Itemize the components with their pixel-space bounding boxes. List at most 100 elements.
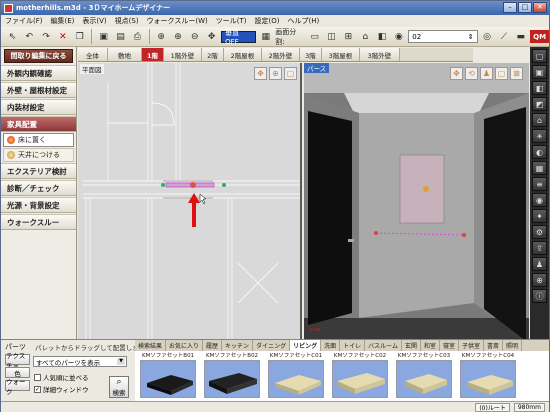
place-on-floor-button[interactable]: 床に置く: [3, 133, 74, 147]
cat-tab-dining[interactable]: ダイニング: [253, 340, 291, 351]
texture-button[interactable]: テクスチャ: [5, 352, 30, 370]
nav-lighting[interactable]: 光源・背景設定: [1, 197, 76, 213]
tab-all[interactable]: 全体: [78, 48, 108, 61]
tab-1f[interactable]: 1階: [142, 48, 164, 61]
person-icon[interactable]: ♟: [480, 67, 493, 80]
view-top-icon[interactable]: ▢: [532, 49, 547, 63]
tab-2f-exterior[interactable]: 2階外壁: [262, 48, 300, 61]
view-iso-icon[interactable]: ◩: [532, 97, 547, 111]
view-roof-icon[interactable]: ⌂: [532, 113, 547, 127]
view-select[interactable]: 02 ⇕: [408, 30, 478, 43]
catalog-item[interactable]: KMソファセットC02: [330, 352, 390, 401]
menu-settings[interactable]: 設定(O): [255, 16, 280, 26]
nav-exterior-study[interactable]: エクステリア検討: [1, 163, 76, 179]
split-single-icon[interactable]: ▭: [307, 29, 322, 44]
page-icon[interactable]: ▤: [113, 29, 128, 44]
nav-interior-material[interactable]: 内装材設定: [1, 99, 76, 115]
popular-sort-checkbox[interactable]: 人気順に並べる: [34, 372, 89, 382]
menu-tools[interactable]: ツール(T): [216, 16, 247, 26]
pointer-icon[interactable]: ⇖: [5, 29, 20, 44]
menu-edit[interactable]: 編集(E): [51, 16, 75, 26]
perspective-view[interactable]: x→z パース ✥ ⟲ ♟ ▢ ⊠: [304, 63, 529, 343]
cube-icon[interactable]: ◧: [375, 29, 390, 44]
zoom-icon[interactable]: ⊕: [269, 67, 282, 80]
cat-tab-toilet[interactable]: トイレ: [340, 340, 366, 351]
nav-diagnosis[interactable]: 診断／チェック: [1, 180, 76, 196]
cat-tab-kids-room[interactable]: 子供室: [459, 340, 485, 351]
detail-window-checkbox[interactable]: ✓ 詳細ウィンドウ: [34, 384, 89, 394]
nav-wall-roof-material[interactable]: 外壁・屋根材設定: [1, 82, 76, 98]
house-icon[interactable]: ⌂: [358, 29, 373, 44]
redo-icon[interactable]: ↷: [39, 29, 54, 44]
cat-tab-bedroom[interactable]: 寝室: [440, 340, 459, 351]
measure-icon[interactable]: ⟋: [496, 29, 511, 44]
tab-1f-exterior[interactable]: 1階外壁: [164, 48, 202, 61]
plan-view[interactable]: 平面図 ✥ ⊕ ▢: [78, 63, 302, 343]
rotate-icon[interactable]: ⟲: [465, 67, 478, 80]
tab-2f-roof[interactable]: 2階屋根: [224, 48, 262, 61]
copy-icon[interactable]: ❐: [72, 29, 87, 44]
nav-exterior-check[interactable]: 外観内観確認: [1, 65, 76, 81]
menu-help[interactable]: ヘルプ(H): [287, 16, 319, 26]
fit-view-icon[interactable]: ▢: [495, 67, 508, 80]
nav-furniture[interactable]: 家具配置: [1, 116, 76, 132]
zoom-in-icon[interactable]: ⊕: [171, 29, 186, 44]
camera-icon[interactable]: ◉: [391, 29, 406, 44]
nav-walkthrough[interactable]: ウォークスルー: [1, 214, 76, 230]
cat-tab-entrance[interactable]: 玄関: [402, 340, 421, 351]
tab-3f-exterior[interactable]: 3階外壁: [360, 48, 400, 61]
parts-filter-select[interactable]: すべてのパーツを表示 ▼: [33, 356, 127, 367]
target-icon[interactable]: ⊕: [154, 29, 169, 44]
view-front-icon[interactable]: ▣: [532, 65, 547, 79]
catalog-item[interactable]: KMソファセットC04: [458, 352, 518, 401]
cat-tab-lighting[interactable]: 照明: [503, 340, 523, 351]
cat-tab-history[interactable]: 履歴: [203, 340, 223, 351]
attach-to-ceiling-button[interactable]: 天井につける: [3, 148, 74, 162]
info-icon[interactable]: ⓘ: [532, 289, 547, 303]
cat-tab-bathroom[interactable]: バスルーム: [365, 340, 402, 351]
pan-icon[interactable]: ✥: [254, 67, 267, 80]
walk-button[interactable]: ウォーク: [5, 378, 30, 396]
fit-icon[interactable]: ▢: [284, 67, 297, 80]
cat-tab-kitchen[interactable]: キッチン: [222, 340, 254, 351]
catalog-item[interactable]: KMソファセットB02: [202, 352, 262, 401]
move-icon[interactable]: ✥: [204, 29, 219, 44]
cat-tab-favorites[interactable]: お気に入り: [166, 340, 204, 351]
walk-mode-icon[interactable]: ♟: [532, 257, 547, 271]
export-icon[interactable]: ⇪: [532, 241, 547, 255]
split-double-icon[interactable]: ◫: [324, 29, 339, 44]
light-icon[interactable]: ☀: [532, 129, 547, 143]
save-icon[interactable]: ▣: [96, 29, 111, 44]
split-quad-icon[interactable]: ⊞: [341, 29, 356, 44]
catalog-item[interactable]: KMソファセットC03: [394, 352, 454, 401]
fullscreen-icon[interactable]: ⊠: [510, 67, 523, 80]
tab-site[interactable]: 敷地: [108, 48, 142, 61]
zoom-tool-icon[interactable]: ⊕: [532, 273, 547, 287]
cat-tab-living[interactable]: リビング: [290, 340, 322, 351]
cat-tab-washroom[interactable]: 洗面: [321, 340, 341, 351]
zoom-out-icon[interactable]: ⊖: [187, 29, 202, 44]
qm-button[interactable]: QM: [530, 30, 550, 43]
ruler-icon[interactable]: ▬: [513, 29, 528, 44]
snapshot-icon[interactable]: ◎: [480, 29, 495, 44]
tab-2f[interactable]: 2階: [202, 48, 224, 61]
cat-tab-japanese-room[interactable]: 和室: [421, 340, 440, 351]
view-side-icon[interactable]: ◧: [532, 81, 547, 95]
cat-tab-study[interactable]: 書斎: [484, 340, 504, 351]
menu-view[interactable]: 表示(V): [82, 16, 106, 26]
tab-3f-roof[interactable]: 3階屋根: [322, 48, 360, 61]
cat-tab-search[interactable]: 検索結果: [135, 340, 167, 351]
settings-icon[interactable]: ⚙: [532, 225, 547, 239]
catalog-item[interactable]: KMソファセットB01: [138, 352, 198, 401]
catalog-item[interactable]: KMソファセットC01: [266, 352, 326, 401]
maximize-button[interactable]: □: [518, 2, 532, 13]
menu-file[interactable]: ファイル(F): [5, 16, 43, 26]
menu-walkthrough[interactable]: ウォークスルー(W): [147, 16, 208, 26]
photo-icon[interactable]: ◉: [532, 193, 547, 207]
search-button[interactable]: ⌕ 検索: [109, 376, 129, 398]
delete-icon[interactable]: ✕: [56, 29, 71, 44]
walk-icon[interactable]: ✥: [450, 67, 463, 80]
shadow-icon[interactable]: ◐: [532, 145, 547, 159]
ortho-toggle[interactable]: 垂直OFF: [221, 29, 257, 46]
print-icon[interactable]: ⎙: [130, 29, 145, 44]
